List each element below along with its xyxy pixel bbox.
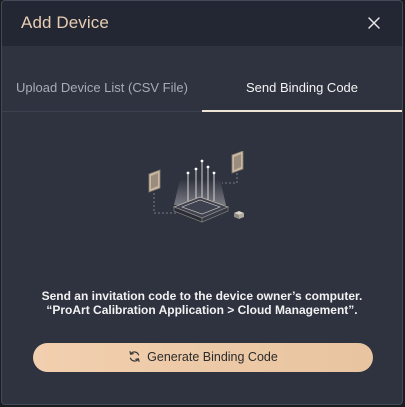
small-cube-icon bbox=[234, 211, 244, 219]
generate-binding-code-button[interactable]: Generate Binding Code bbox=[33, 343, 373, 372]
close-icon[interactable] bbox=[366, 15, 382, 31]
tab-send-binding-code[interactable]: Send Binding Code bbox=[202, 67, 402, 112]
left-card-icon bbox=[148, 169, 161, 193]
tab-label: Upload Device List (CSV File) bbox=[16, 80, 188, 95]
tab-bar: Upload Device List (CSV File) Send Bindi… bbox=[2, 67, 402, 112]
button-label: Generate Binding Code bbox=[147, 350, 278, 364]
instruction-line-1: Send an invitation code to the device ow… bbox=[41, 289, 363, 303]
tab-label: Send Binding Code bbox=[245, 80, 359, 95]
dialog-header: Add Device bbox=[2, 1, 402, 46]
add-device-dialog: Add Device Upload Device List (CSV File)… bbox=[1, 0, 403, 405]
tab-upload-device-list[interactable]: Upload Device List (CSV File) bbox=[2, 67, 202, 112]
refresh-icon bbox=[129, 351, 140, 363]
instruction-line-2: “ProArt Calibration Application > Cloud … bbox=[46, 303, 358, 317]
active-tab-indicator bbox=[202, 110, 402, 112]
right-card-icon bbox=[231, 151, 244, 174]
dialog-title: Add Device bbox=[21, 13, 109, 32]
device-network-illustration bbox=[148, 151, 244, 223]
instruction-text: Send an invitation code to the device ow… bbox=[2, 289, 402, 317]
